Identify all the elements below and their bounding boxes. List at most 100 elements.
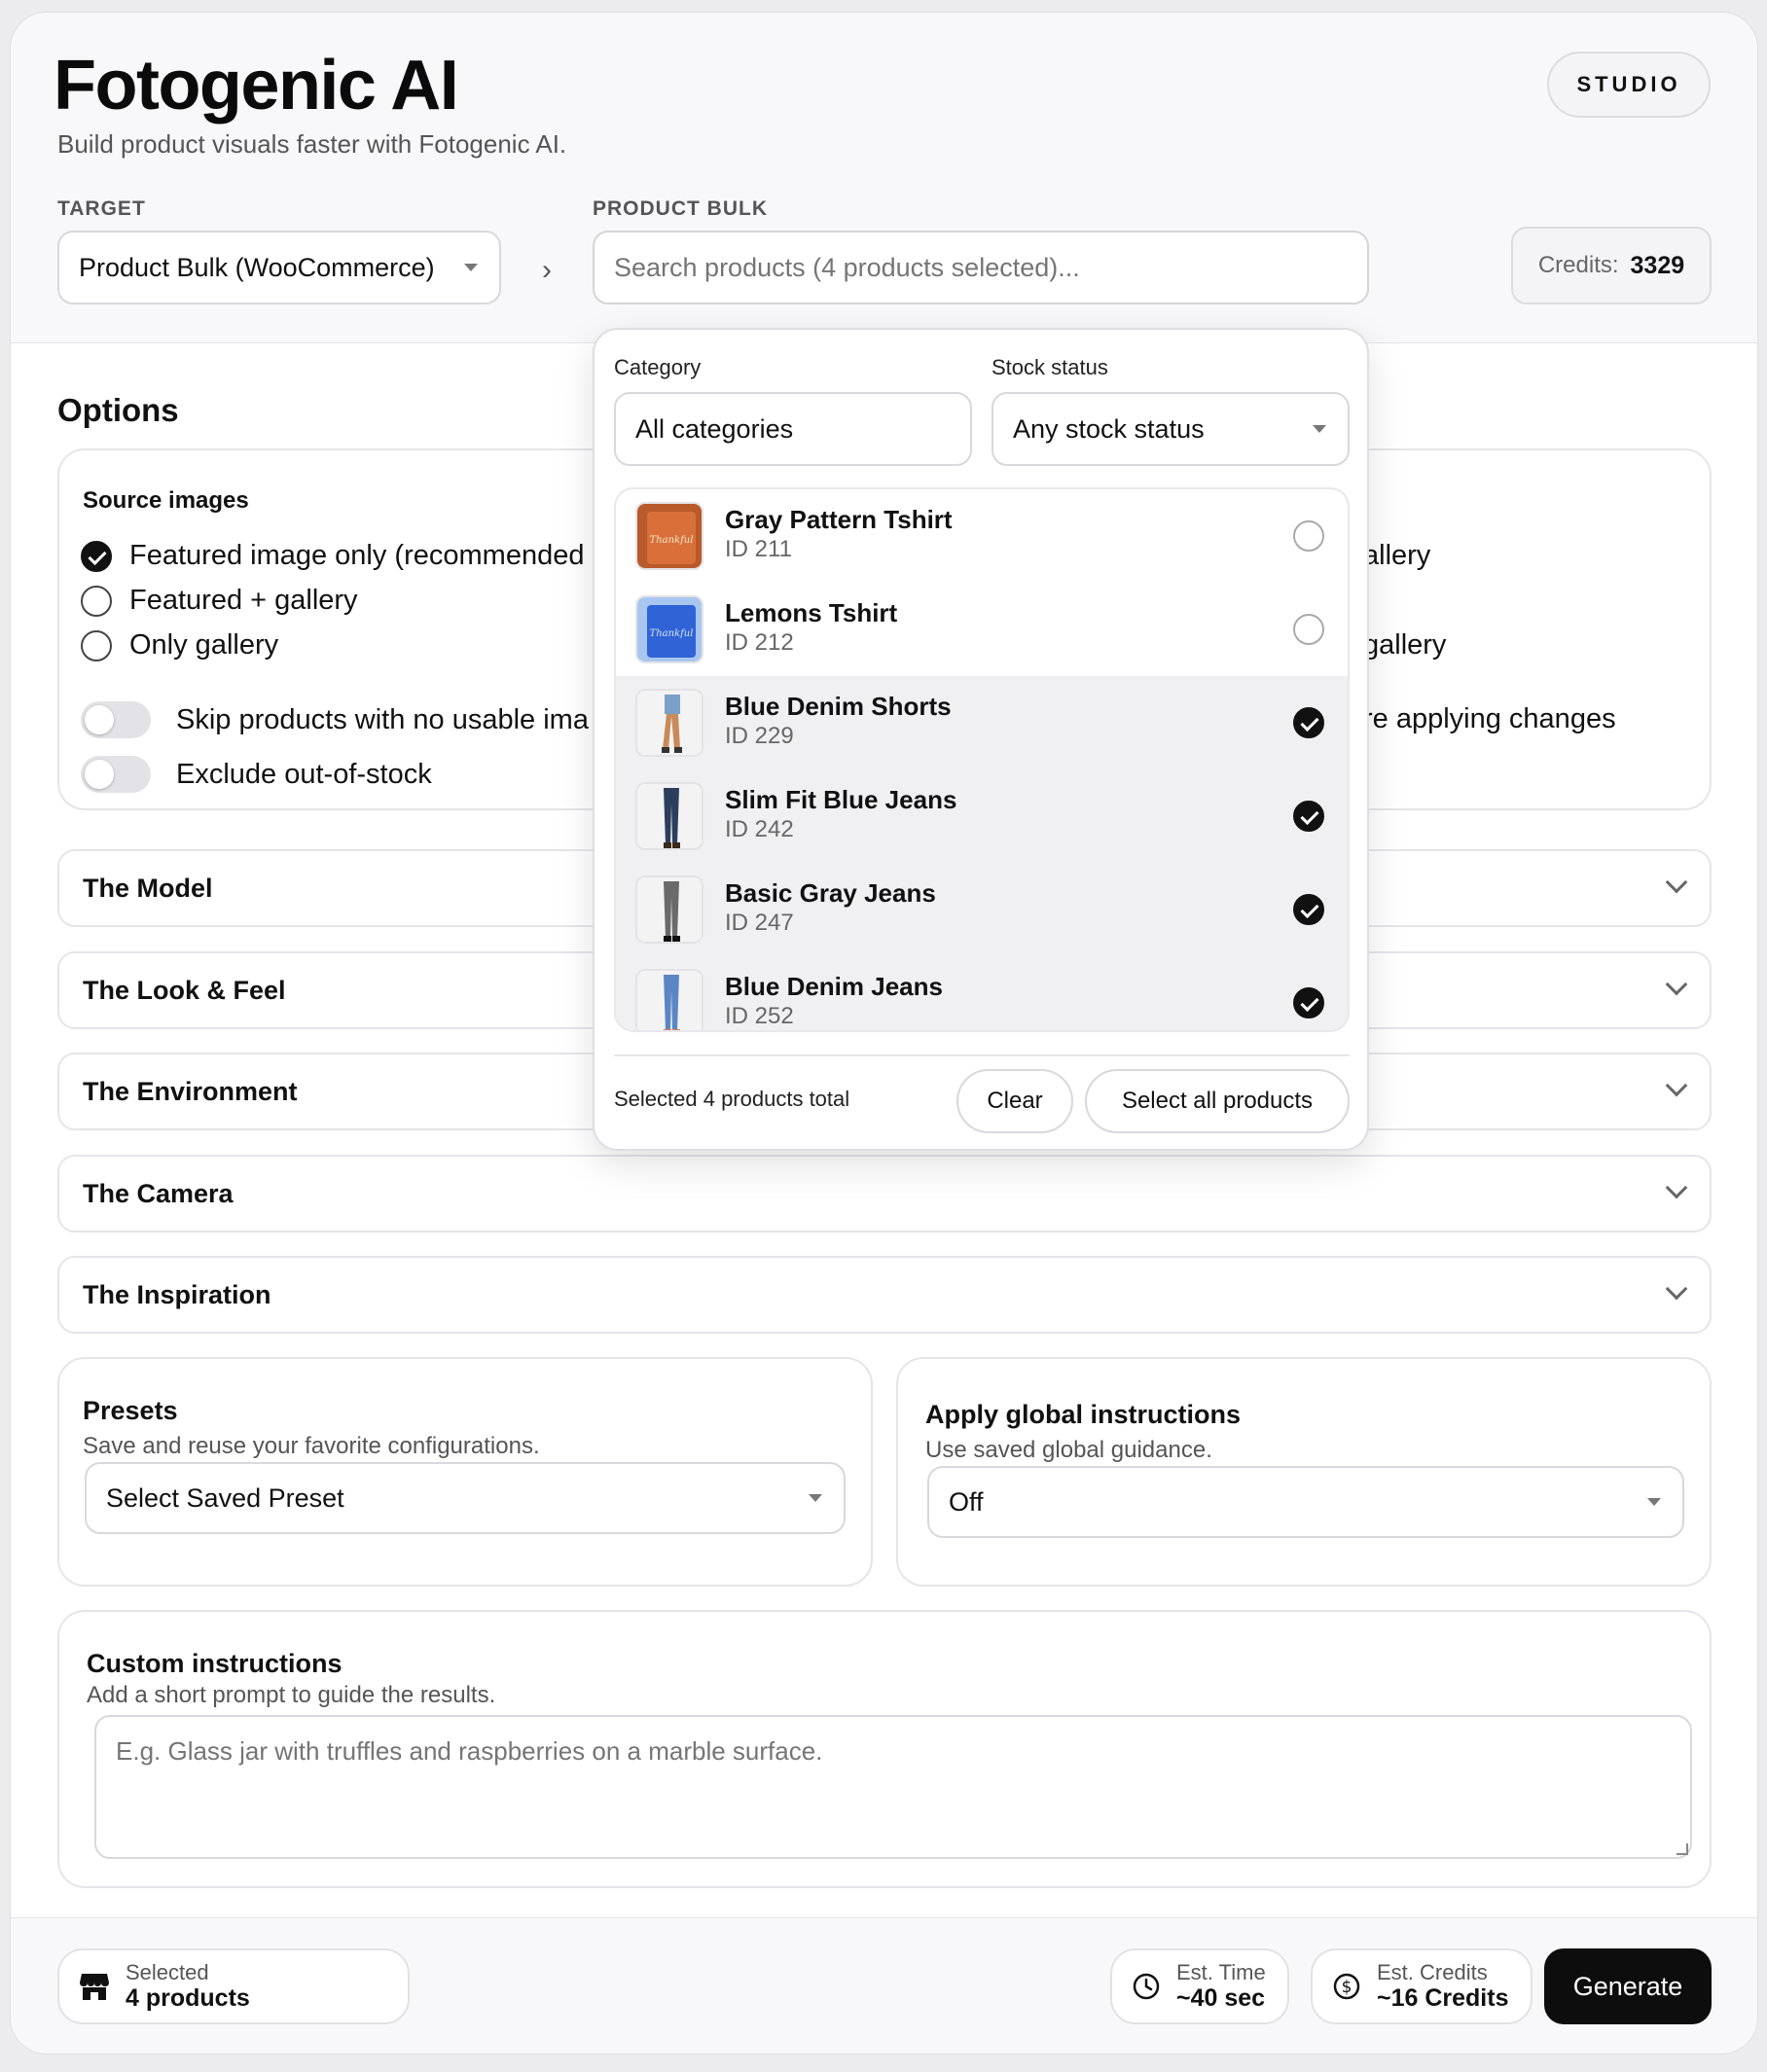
global-subtitle: Use saved global guidance. — [925, 1437, 1212, 1463]
product-id: ID 211 — [725, 536, 792, 562]
product-id: ID 247 — [725, 910, 794, 936]
stock-status-label: Stock status — [992, 355, 1108, 379]
chevron-down-icon — [1665, 973, 1688, 996]
product-picker-panel: Category All categories Stock status Any… — [593, 328, 1369, 1151]
svg-text:Thankful: Thankful — [650, 628, 694, 639]
product-id: ID 252 — [725, 1003, 794, 1029]
toggle-label: Skip products with no usable ima — [176, 703, 589, 735]
stock-status-select[interactable]: Any stock status — [992, 392, 1350, 466]
resize-grip-icon[interactable] — [1677, 1843, 1688, 1855]
caret-down-icon — [809, 1494, 822, 1502]
presets-subtitle: Save and reuse your favorite configurati… — [83, 1433, 540, 1459]
custom-subtitle: Add a short prompt to guide the results. — [87, 1682, 496, 1708]
right-option-fragment[interactable]: re applying changes — [1363, 703, 1616, 735]
selected-total-text: Selected 4 products total — [614, 1087, 850, 1111]
chevron-down-icon — [1665, 1176, 1688, 1199]
select-check-icon[interactable] — [1293, 707, 1324, 738]
target-label: TARGET — [57, 197, 146, 220]
product-name: Basic Gray Jeans — [725, 878, 936, 908]
accordion-label: The Camera — [83, 1178, 234, 1208]
right-option-fragment[interactable]: allery — [1363, 540, 1430, 572]
preset-select[interactable]: Select Saved Preset — [85, 1462, 846, 1534]
studio-badge[interactable]: STUDIO — [1547, 52, 1711, 118]
chevron-right-icon: › — [542, 254, 552, 286]
product-name: Blue Denim Jeans — [725, 972, 943, 1001]
category-label: Category — [614, 355, 702, 379]
product-name: Blue Denim Shorts — [725, 692, 952, 721]
product-item[interactable]: Thankful Gray Pattern Tshirt ID 211 — [616, 489, 1348, 583]
radio-unchecked-icon — [81, 585, 112, 617]
source-images-title: Source images — [83, 487, 249, 514]
product-item[interactable]: Basic Gray Jeans ID 247 — [616, 863, 1348, 956]
fragment-text: allery — [1363, 540, 1431, 571]
accordion-inspiration[interactable]: The Inspiration — [57, 1256, 1712, 1334]
store-icon — [80, 1974, 109, 2000]
generate-button[interactable]: Generate — [1544, 1948, 1712, 2024]
est-time-pill: Est. Time ~40 sec — [1110, 1948, 1289, 2024]
custom-instructions-input[interactable] — [94, 1715, 1692, 1859]
product-name: Lemons Tshirt — [725, 598, 898, 627]
selected-label: Selected — [126, 1960, 209, 1984]
time-label: Est. Time — [1176, 1960, 1266, 1984]
select-check-icon[interactable] — [1293, 801, 1324, 832]
selected-value: 4 products — [126, 1984, 250, 2012]
svg-text:$: $ — [1342, 1978, 1352, 1997]
est-credits-pill: $ Est. Credits ~16 Credits — [1311, 1948, 1533, 2024]
caret-down-icon — [464, 264, 478, 271]
toggle-switch[interactable] — [81, 701, 151, 738]
product-thumbnail: Thankful — [635, 502, 703, 570]
toggle-exclude-out-of-stock[interactable]: Exclude out-of-stock — [81, 756, 432, 793]
product-search-input[interactable] — [593, 231, 1369, 304]
product-item[interactable]: Blue Denim Shorts ID 229 — [616, 676, 1348, 769]
select-check-icon[interactable] — [1293, 894, 1324, 925]
select-all-button[interactable]: Select all products — [1085, 1069, 1350, 1133]
radio-label: Featured + gallery — [129, 585, 358, 616]
stock-select-value: Any stock status — [1013, 413, 1205, 444]
accordion-label: The Model — [83, 873, 213, 903]
accordion-camera[interactable]: The Camera — [57, 1155, 1712, 1232]
product-list: Thankful Gray Pattern Tshirt ID 211 Than… — [614, 487, 1350, 1032]
options-title: Options — [57, 392, 179, 428]
product-id: ID 242 — [725, 816, 794, 842]
global-select[interactable]: Off — [927, 1466, 1684, 1538]
select-circle-icon[interactable] — [1293, 614, 1324, 645]
clock-icon — [1133, 1973, 1160, 2000]
credits-est-label: Est. Credits — [1377, 1960, 1488, 1984]
target-select[interactable]: Product Bulk (WooCommerce) — [57, 231, 501, 304]
radio-featured-gallery[interactable]: Featured + gallery — [81, 585, 358, 617]
global-select-value: Off — [949, 1486, 984, 1517]
credits-label: Credits: — [1537, 252, 1619, 278]
product-thumbnail — [635, 875, 703, 944]
select-check-icon[interactable] — [1293, 987, 1324, 1018]
app-window: Fotogenic AI Build product visuals faste… — [10, 12, 1758, 2054]
chevron-down-icon — [1665, 871, 1688, 894]
fragment-text: gallery — [1363, 629, 1447, 661]
custom-title: Custom instructions — [87, 1649, 343, 1678]
category-select[interactable]: All categories — [614, 392, 972, 466]
product-item[interactable]: Blue Denim Jeans ID 252 — [616, 956, 1348, 1030]
clear-button[interactable]: Clear — [956, 1069, 1073, 1133]
presets-card: Presets Save and reuse your favorite con… — [57, 1357, 873, 1587]
product-id: ID 229 — [725, 723, 794, 749]
radio-label: Featured image only (recommended — [129, 540, 585, 571]
product-thumbnail — [635, 689, 703, 757]
product-name: Gray Pattern Tshirt — [725, 505, 953, 534]
presets-title: Presets — [83, 1396, 178, 1425]
radio-featured-only[interactable]: Featured image only (recommended — [81, 540, 584, 572]
radio-checked-icon — [81, 540, 112, 572]
select-circle-icon[interactable] — [1293, 520, 1324, 552]
global-title: Apply global instructions — [925, 1400, 1242, 1429]
category-select-value: All categories — [635, 413, 794, 444]
radio-only-gallery[interactable]: Only gallery — [81, 629, 278, 661]
toggle-switch[interactable] — [81, 756, 151, 793]
accordion-label: The Look & Feel — [83, 975, 286, 1005]
product-item[interactable]: Slim Fit Blue Jeans ID 242 — [616, 769, 1348, 863]
toggle-skip-no-image[interactable]: Skip products with no usable ima — [81, 701, 589, 738]
target-select-value: Product Bulk (WooCommerce) — [79, 252, 435, 282]
radio-unchecked-icon — [81, 629, 112, 661]
product-thumbnail — [635, 969, 703, 1030]
product-item[interactable]: Thankful Lemons Tshirt ID 212 — [616, 583, 1348, 676]
right-option-fragment[interactable]: gallery — [1363, 629, 1446, 661]
credits-badge: Credits: 3329 — [1511, 227, 1712, 304]
chevron-down-icon — [1665, 1074, 1688, 1097]
